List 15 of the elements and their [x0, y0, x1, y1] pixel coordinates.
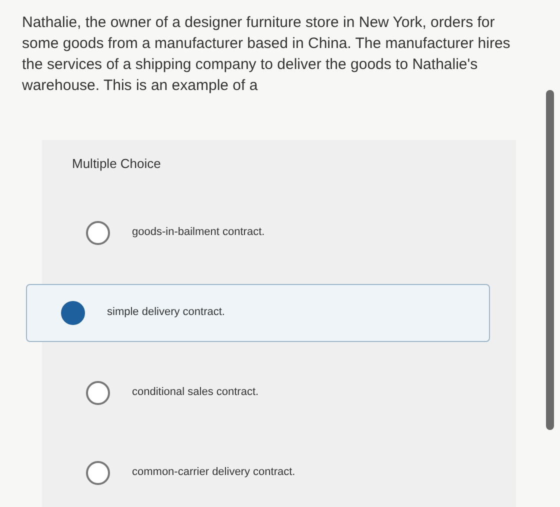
question-text: Nathalie, the owner of a designer furniture store in New York, orders for some goods from a manufacturer based in China. The manufacturer hires the services of a shipping company to deliver the goods to Nathalie's warehouse. This is an example of a	[22, 13, 512, 96]
answer-option[interactable]: simple delivery contract.	[26, 284, 490, 342]
option-text: goods-in-bailment contract.	[132, 225, 265, 240]
radio-button[interactable]	[61, 300, 85, 324]
option-text: conditional sales contract.	[132, 385, 259, 400]
answer-option[interactable]: conditional sales contract.	[68, 364, 490, 422]
answer-option[interactable]: goods-in-bailment contract.	[68, 204, 490, 262]
option-text: simple delivery contract.	[107, 305, 225, 320]
scrollbar[interactable]	[546, 90, 554, 430]
panel-label: Multiple Choice	[72, 155, 162, 173]
answer-option[interactable]: common-carrier delivery contract.	[68, 444, 490, 502]
radio-button[interactable]	[86, 460, 110, 484]
radio-button[interactable]	[86, 380, 110, 404]
radio-button[interactable]	[86, 220, 110, 244]
option-text: common-carrier delivery contract.	[132, 465, 296, 480]
